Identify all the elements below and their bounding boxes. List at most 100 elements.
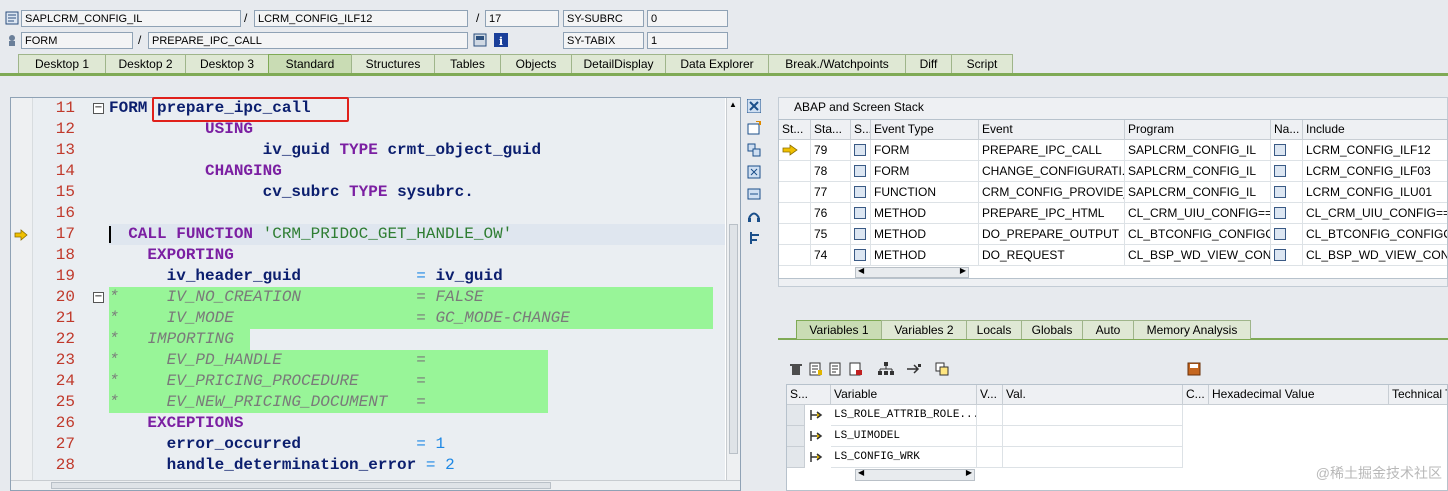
variables-tab[interactable]: Memory Analysis [1133,320,1251,339]
variables-tab[interactable]: Auto [1082,320,1134,339]
stack-cell[interactable]: PREPARE_IPC_HTML [979,203,1125,224]
copy-icon[interactable] [934,362,950,378]
code-text[interactable]: * IV_NO_CREATION = FALSE [109,287,483,308]
code-text[interactable]: CHANGING [109,161,282,182]
stack-cell[interactable]: DO_REQUEST [979,245,1125,266]
stack-cell[interactable]: 79 [811,140,851,161]
variable-name-cell[interactable]: LS_CONFIG_WRK [831,447,977,468]
stack-type-icon[interactable] [851,161,871,182]
code-text[interactable]: * IMPORTING [109,329,234,350]
tab-data-explorer[interactable]: Data Explorer [665,54,769,73]
stack-column-header[interactable]: Program [1125,120,1271,140]
stack-cell[interactable]: SAPLCRM_CONFIG_IL [1125,182,1271,203]
code-text[interactable]: handle_determination_error = 2 [109,455,455,476]
maximize-icon[interactable] [746,165,762,181]
variable-cell[interactable] [977,426,1003,447]
stack-cell[interactable]: CHANGE_CONFIGURATI... [979,161,1125,182]
tabix-value[interactable]: 1 [647,32,728,49]
variable-name-cell[interactable]: LS_ROLE_ATTRIB_ROLE... [831,405,977,426]
stack-cell[interactable]: SAPLCRM_CONFIG_IL [1125,161,1271,182]
stack-navigate-cell[interactable] [1271,140,1303,161]
tab-detail-display[interactable]: DetailDisplay [571,54,666,73]
stack-cell[interactable]: SAPLCRM_CONFIG_IL [1125,140,1271,161]
stack-column-header[interactable]: Sta... [811,120,851,140]
tab-tables[interactable]: Tables [434,54,501,73]
tab-script[interactable]: Script [951,54,1013,73]
tab-desktop-1[interactable]: Desktop 1 [18,54,106,73]
stack-cell[interactable]: CL_BSP_WD_VIEW_CON... [1125,245,1271,266]
stack-cell[interactable]: CL_CRM_UIU_CONFIG==... [1125,203,1271,224]
code-text[interactable]: * IV_MODE = GC_MODE-CHANGE [109,308,570,329]
display-source-icon[interactable] [473,33,487,47]
delete-icon[interactable] [788,362,804,378]
tab-diff[interactable]: Diff [905,54,952,73]
variable-name-cell[interactable]: LS_UIMODEL [831,426,977,447]
code-text[interactable]: cv_subrc TYPE sysubrc. [109,182,474,203]
row-selector[interactable] [787,447,805,468]
stack-cell[interactable]: FORM [871,140,979,161]
stack-column-header[interactable]: Event Type [871,120,979,140]
stack-row-marker[interactable] [779,224,811,245]
variables-column-header[interactable]: V... [977,385,1003,405]
code-text[interactable]: * EV_NEW_PRICING_DOCUMENT = [109,392,426,413]
stack-cell[interactable]: METHOD [871,203,979,224]
stack-cell[interactable]: LCRM_CONFIG_ILF03 [1303,161,1447,182]
stack-row-marker[interactable] [779,245,811,266]
navigate-source-icon[interactable] [1274,249,1286,261]
code-text[interactable]: iv_header_guid = iv_guid [109,266,503,287]
stack-type-icon[interactable] [851,245,871,266]
code-text[interactable]: CALL FUNCTION 'CRM_PRIDOC_GET_HANDLE_OW' [109,224,512,245]
stack-cell[interactable]: FORM [871,161,979,182]
program-field[interactable]: SAPLCRM_CONFIG_IL [21,10,241,27]
code-text[interactable]: error_occurred = 1 [109,434,445,455]
stack-column-header[interactable]: Include [1303,120,1447,140]
variable-cell[interactable] [1003,447,1183,468]
swap-tool-icon[interactable] [746,143,762,159]
save-icon[interactable] [1186,362,1202,378]
navigate-source-icon[interactable] [1274,144,1286,156]
variables-column-header[interactable]: Technical T [1389,385,1447,405]
line-number-field[interactable]: 17 [485,10,559,27]
stack-cell[interactable]: CRM_CONFIG_PROVIDE_... [979,182,1125,203]
close-icon[interactable] [746,98,762,115]
collapse-toggle-icon[interactable]: − [93,292,104,303]
stack-cell[interactable]: CL_BSP_WD_VIEW_CON... [1303,245,1447,266]
event-type-field[interactable]: FORM [21,32,133,49]
source-code-editor[interactable]: 11 FORM prepare_ipc_call −12 USING 13 iv_gu… [10,97,741,491]
variable-cell[interactable] [977,405,1003,426]
stack-cell[interactable]: LCRM_CONFIG_ILF12 [1303,140,1447,161]
variables-column-header[interactable]: Hexadecimal Value [1209,385,1389,405]
variable-cell[interactable] [1003,426,1183,447]
code-text[interactable]: EXPORTING [109,245,233,266]
stack-column-header[interactable]: St... [779,120,811,140]
stack-cell[interactable]: CL_BTCONFIG_CONFIGO... [1125,224,1271,245]
stack-cell[interactable]: 75 [811,224,851,245]
code-text[interactable]: * EV_PD_HANDLE = [109,350,426,371]
stack-row-marker[interactable] [779,203,811,224]
row-selector[interactable] [787,405,805,426]
tab-standard[interactable]: Standard [268,54,352,73]
stack-cell[interactable]: DO_PREPARE_OUTPUT [979,224,1125,245]
variable-cell[interactable] [1003,405,1183,426]
navigate-source-icon[interactable] [1274,186,1286,198]
stack-type-icon[interactable] [851,140,871,161]
stack-cell[interactable]: 78 [811,161,851,182]
stack-row-marker[interactable] [779,161,811,182]
stack-navigate-cell[interactable] [1271,161,1303,182]
navigate-source-icon[interactable] [1274,228,1286,240]
tab-breakpoints[interactable]: Break./Watchpoints [768,54,906,73]
variables-column-header[interactable]: C... [1183,385,1209,405]
stack-type-icon[interactable] [851,224,871,245]
stack-cell[interactable]: METHOD [871,224,979,245]
stack-column-header[interactable]: Na... [1271,120,1303,140]
save-variant-icon[interactable] [848,362,864,378]
variables-column-header[interactable]: S... [787,385,831,405]
editor-vertical-scrollbar[interactable]: ▲ [726,98,740,483]
variables-tab[interactable]: Variables 1 [796,320,882,339]
hierarchy-icon[interactable] [878,362,894,378]
code-text[interactable]: iv_guid TYPE crmt_object_guid [109,140,541,161]
code-text[interactable]: EXCEPTIONS [109,413,243,434]
tab-objects[interactable]: Objects [500,54,572,73]
stack-column-header[interactable]: Event [979,120,1125,140]
stack-cell[interactable]: 77 [811,182,851,203]
